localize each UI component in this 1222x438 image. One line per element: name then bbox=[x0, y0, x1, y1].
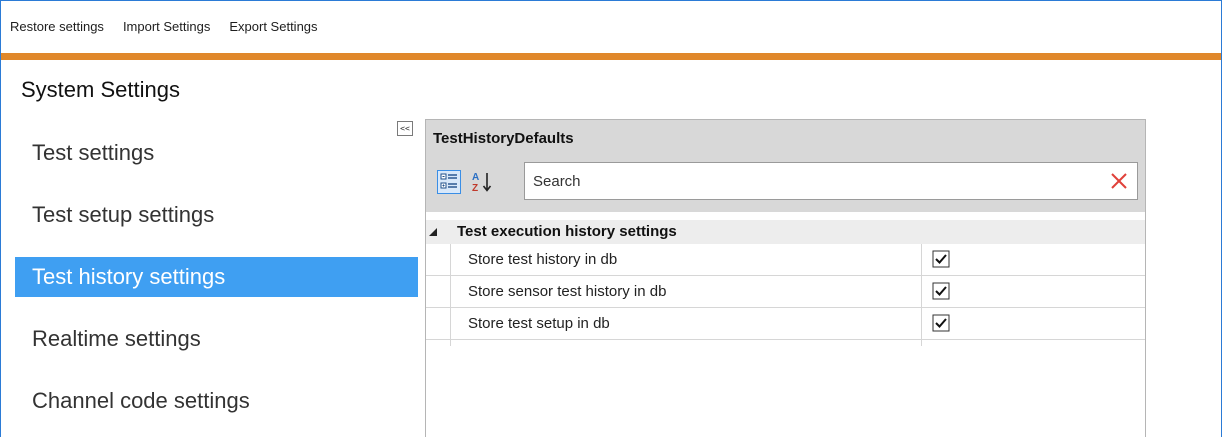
nav-item-test-settings[interactable]: Test settings bbox=[15, 133, 418, 173]
nav-item-test-setup-settings[interactable]: Test setup settings bbox=[15, 195, 418, 235]
grid-divider bbox=[450, 340, 922, 346]
property-grid-header: TestHistoryDefaults A Z bbox=[426, 120, 1145, 212]
property-name-cell: Store test setup in db bbox=[450, 308, 922, 339]
category-label: Test execution history settings bbox=[457, 223, 677, 240]
property-name: Store sensor test history in db bbox=[468, 283, 667, 300]
property-row: Store sensor test history in db bbox=[426, 276, 1145, 308]
checkbox-checked-icon[interactable] bbox=[932, 314, 950, 332]
close-icon[interactable] bbox=[1109, 171, 1129, 191]
restore-settings-menu[interactable]: Restore settings bbox=[10, 19, 104, 34]
page-title: System Settings bbox=[21, 77, 180, 102]
category-header[interactable]: Test execution history settings bbox=[426, 220, 1145, 244]
expanded-arrow-icon[interactable] bbox=[426, 225, 440, 239]
nav-item-test-history-settings[interactable]: Test history settings bbox=[15, 257, 418, 297]
nav-item-realtime-settings[interactable]: Realtime settings bbox=[15, 319, 418, 359]
svg-text:A: A bbox=[472, 172, 479, 183]
nav-item-channel-code-settings[interactable]: Channel code settings bbox=[15, 381, 418, 421]
menu-bar: Restore settings Import Settings Export … bbox=[1, 1, 1221, 51]
collapse-nav-button[interactable]: << bbox=[397, 121, 413, 136]
property-name-cell: Store test history in db bbox=[450, 244, 922, 275]
settings-window: Restore settings Import Settings Export … bbox=[0, 0, 1222, 437]
settings-nav: Test settings Test setup settings Test h… bbox=[15, 133, 418, 437]
property-row: Store test setup in db bbox=[426, 308, 1145, 340]
import-settings-menu[interactable]: Import Settings bbox=[123, 19, 210, 34]
export-settings-menu[interactable]: Export Settings bbox=[229, 19, 317, 34]
accent-bar bbox=[1, 53, 1221, 60]
property-name: Store test history in db bbox=[468, 251, 618, 268]
categorized-icon bbox=[440, 173, 457, 189]
search-box bbox=[524, 162, 1138, 200]
sort-alphabetical-icon: A Z bbox=[472, 172, 492, 194]
property-name-cell: Store sensor test history in db bbox=[450, 276, 922, 307]
property-grid: TestHistoryDefaults A Z Search Test exec… bbox=[425, 119, 1146, 437]
property-grid-title: TestHistoryDefaults bbox=[433, 130, 574, 147]
checkbox-checked-icon[interactable] bbox=[932, 250, 950, 268]
alphabetical-sort-button[interactable]: A Z bbox=[470, 170, 494, 194]
categorized-view-button[interactable] bbox=[437, 170, 461, 194]
checkbox-checked-icon[interactable] bbox=[932, 282, 950, 300]
property-name: Store test setup in db bbox=[468, 315, 610, 332]
search-input[interactable] bbox=[533, 171, 1093, 191]
svg-text:Z: Z bbox=[472, 183, 478, 194]
property-row: Store test history in db bbox=[426, 244, 1145, 276]
